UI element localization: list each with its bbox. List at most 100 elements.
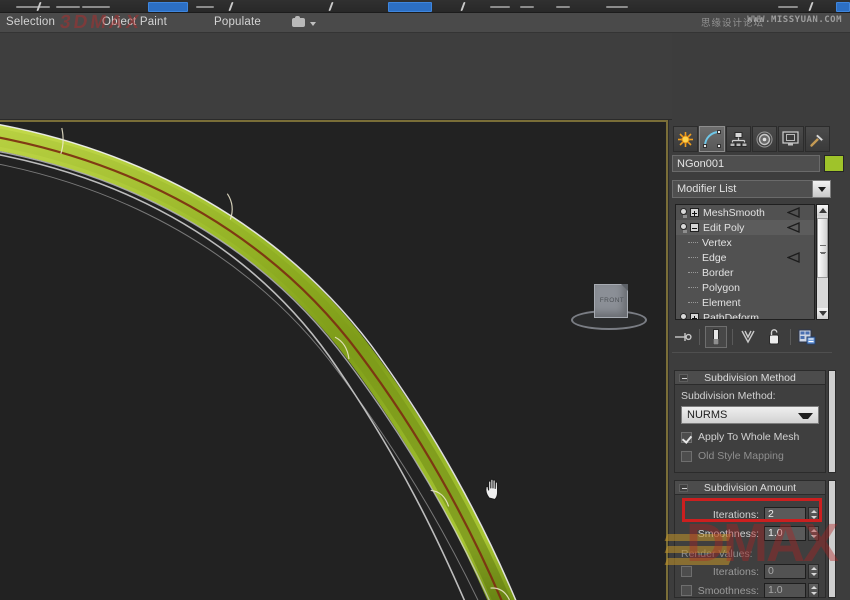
modifier-stack-scrollbar[interactable] [816, 204, 829, 320]
expand-plus-icon[interactable] [690, 313, 699, 319]
toolbar-button-0[interactable] [16, 6, 50, 8]
viewcube[interactable]: FRONT [571, 282, 647, 332]
modifier-stack-row[interactable]: MeshSmooth [676, 205, 814, 220]
light-bulb-icon[interactable] [679, 207, 688, 218]
scroll-thumb[interactable] [817, 218, 828, 278]
rollout-scrollbar-upper[interactable] [828, 370, 836, 473]
modifier-toggle-icon[interactable] [786, 222, 800, 236]
subdivision-method-select[interactable]: NURMS [681, 406, 819, 424]
toolbar-button-15[interactable] [808, 2, 814, 11]
smoothness-input[interactable]: 1.0 [764, 526, 806, 541]
object-name-field[interactable]: NGon001 [672, 155, 820, 172]
utilities-tab[interactable] [804, 126, 830, 152]
ribbon-tab-object-paint[interactable]: Object Paint [102, 16, 167, 28]
toolbar-divider [699, 329, 700, 345]
toolbar-button-9[interactable] [460, 2, 466, 11]
modifier-toggle-icon[interactable] [786, 207, 800, 221]
toolbar-button-6[interactable] [228, 2, 234, 11]
modifier-name-label: Element [702, 296, 741, 309]
modifier-toggle-icon[interactable] [786, 252, 800, 266]
modifier-list-arrow-button[interactable] [812, 180, 831, 198]
show-end-result-icon[interactable] [705, 326, 727, 348]
modifier-stack-row[interactable]: Border [676, 265, 814, 280]
subdivision-amount-header[interactable]: Subdivision Amount [675, 481, 825, 495]
modifier-stack[interactable]: MeshSmooth Edit Poly Vertex Edge Border Polyg… [675, 204, 815, 320]
smoothness-spinner[interactable] [808, 526, 819, 541]
render-values-label: Render Values: [681, 548, 753, 560]
toolbar-button-13[interactable] [606, 6, 628, 8]
3dsmax-window: Selection Object Paint Populate 思缘设计论坛 W… [0, 0, 850, 600]
chevron-down-icon [798, 413, 813, 419]
render-iterations-checkbox[interactable] [681, 566, 692, 577]
toolbar-button-16[interactable] [836, 2, 850, 12]
modifier-name-label: Edge [702, 251, 727, 264]
modifier-name-label: PathDeform [703, 311, 760, 320]
toolbar-button-12[interactable] [556, 6, 570, 8]
ribbon-tab-populate[interactable]: Populate [214, 16, 261, 28]
ribbon-panel-body [0, 33, 672, 120]
toolbar-button-1[interactable] [56, 6, 80, 8]
remove-modifier-icon[interactable] [763, 326, 785, 348]
empty-ribbon-panel [0, 33, 850, 120]
wheel-icon [756, 131, 773, 147]
scroll-down-button[interactable] [817, 308, 828, 319]
motion-tab[interactable] [751, 126, 778, 152]
minus-icon[interactable] [679, 484, 688, 492]
render-iterations-spinner[interactable] [808, 564, 819, 579]
toolbar-button-11[interactable] [520, 6, 534, 8]
object-color-swatch[interactable] [824, 155, 844, 172]
toolbar-button-4[interactable] [148, 2, 188, 12]
hierarchy-tab[interactable] [725, 126, 751, 152]
spline-guide-outer [0, 154, 466, 600]
rollout-scrollbar-lower[interactable] [828, 480, 836, 598]
subdivision-method-field-label: Subdivision Method: [681, 390, 776, 402]
modifier-stack-row[interactable]: Edge [676, 250, 814, 265]
toolbar-button-5[interactable] [196, 6, 214, 8]
modifier-stack-row[interactable]: Vertex [676, 235, 814, 250]
apply-to-whole-mesh-label: Apply To Whole Mesh [698, 431, 800, 443]
toolbar-button-8[interactable] [388, 2, 432, 12]
main-toolbar[interactable] [0, 0, 850, 13]
apply-to-whole-mesh-checkbox[interactable]: Apply To Whole Mesh [681, 431, 819, 443]
toolbar-button-10[interactable] [490, 6, 510, 8]
iterations-spinner[interactable] [808, 507, 819, 522]
render-iterations-input[interactable]: 0 [764, 564, 806, 579]
modifier-list-dropdown[interactable]: Modifier List [672, 180, 828, 198]
modifier-stack-row[interactable]: Polygon [676, 280, 814, 295]
modifier-stack-row[interactable]: Edit Poly [676, 220, 814, 235]
configure-modifier-sets-icon[interactable] [796, 326, 818, 348]
iterations-input[interactable]: 2 [764, 507, 806, 522]
render-smoothness-spinner[interactable] [808, 583, 819, 598]
chevron-down-icon[interactable] [310, 22, 316, 26]
viewport-geometry [0, 124, 517, 600]
ribbon-tab-selection[interactable]: Selection [6, 16, 55, 28]
display-tab[interactable] [778, 126, 804, 152]
light-bulb-icon[interactable] [679, 312, 688, 319]
pin-stack-icon[interactable] [672, 326, 694, 348]
camera-icon[interactable] [292, 16, 305, 27]
subdivision-method-header[interactable]: Subdivision Method [675, 371, 825, 385]
render-iterations-row: Iterations: 0 [681, 564, 819, 579]
make-unique-icon[interactable] [738, 326, 760, 348]
modifier-stack-row[interactable]: PathDeform [676, 310, 814, 320]
render-smoothness-input[interactable]: 1.0 [764, 583, 806, 598]
modify-tab[interactable] [699, 126, 725, 152]
light-bulb-icon[interactable] [679, 222, 688, 233]
viewport-front[interactable]: FRONT [0, 120, 668, 600]
toolbar-button-7[interactable] [328, 2, 334, 11]
collapse-minus-icon[interactable] [690, 223, 699, 232]
command-panel-tabs[interactable] [673, 126, 831, 152]
toolbar-button-3[interactable] [82, 6, 110, 8]
old-style-mapping-checkbox[interactable]: Old Style Mapping [681, 450, 819, 462]
subdivision-amount-rollout: Subdivision Amount Iterations: 2 Smoothn… [674, 480, 826, 598]
toolbar-button-14[interactable] [778, 6, 798, 8]
modifier-stack-toolbar[interactable] [672, 325, 832, 349]
viewcube-box[interactable]: FRONT [594, 284, 628, 318]
modifier-stack-row[interactable]: Element [676, 295, 814, 310]
modifier-name-label: Polygon [702, 281, 740, 294]
render-smoothness-checkbox[interactable] [681, 585, 692, 596]
minus-icon[interactable] [679, 374, 688, 382]
expand-plus-icon[interactable] [690, 208, 699, 217]
create-tab[interactable] [673, 126, 699, 152]
scroll-up-button[interactable] [817, 205, 828, 216]
